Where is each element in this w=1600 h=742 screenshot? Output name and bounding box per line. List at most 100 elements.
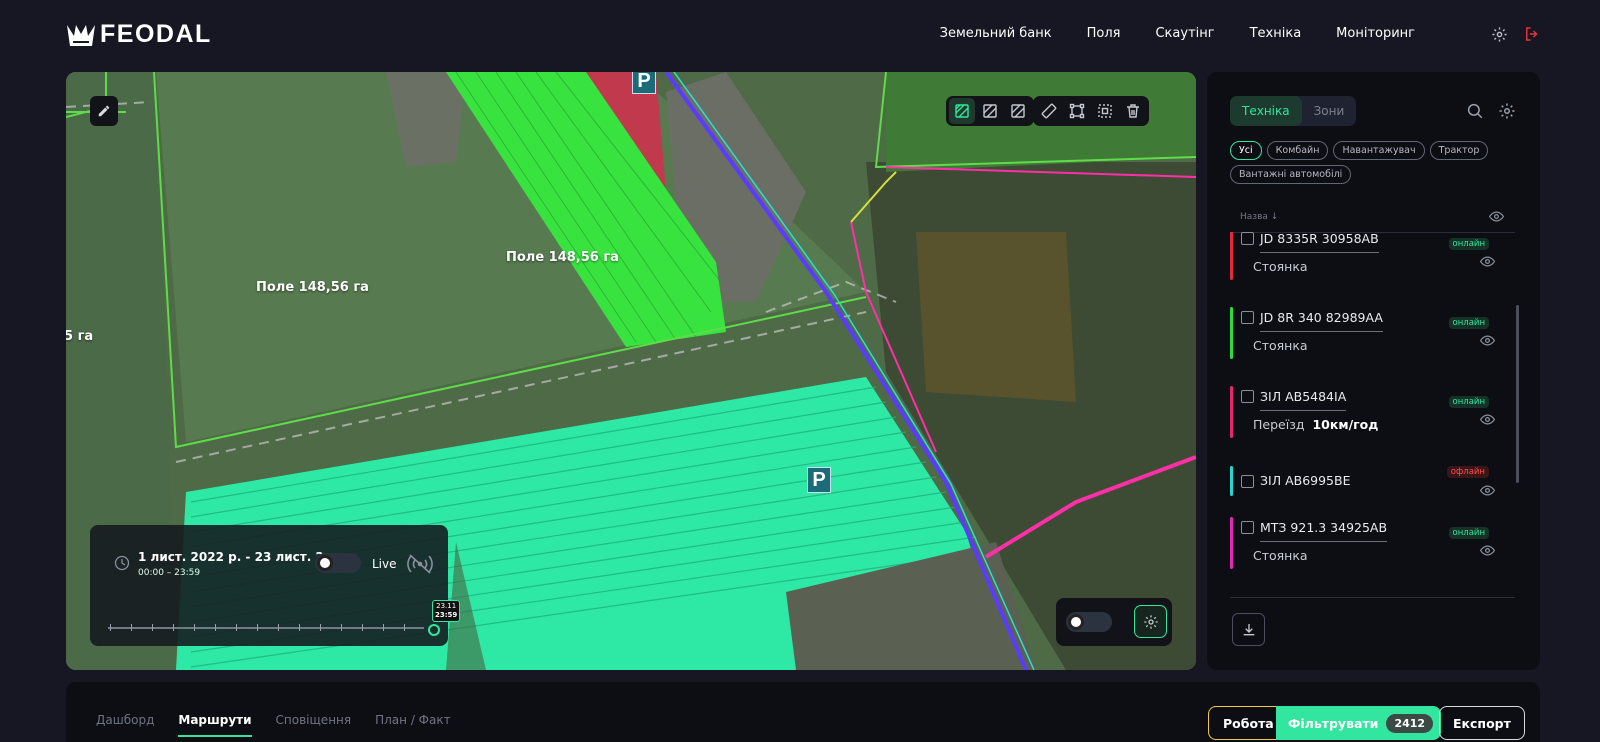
tab-zones[interactable]: Зони <box>1302 96 1357 126</box>
tab-dashboard[interactable]: Дашборд <box>96 713 154 737</box>
filter-all[interactable]: Усі <box>1230 141 1262 160</box>
vehicle-state: Переїзд <box>1253 417 1305 432</box>
tab-plan-fact[interactable]: План / Факт <box>375 713 451 737</box>
field-label: Поле 148,56 га <box>506 250 619 265</box>
vehicle-color-bar <box>1230 466 1233 496</box>
select-area-icon[interactable] <box>1092 98 1118 124</box>
vehicle-state: Стоянка <box>1253 259 1308 274</box>
vehicle-name: JD 8R 340 82989AA <box>1260 310 1383 332</box>
vehicle-item[interactable]: JD 8R 340 82989AA онлайн Стоянка <box>1230 307 1515 367</box>
vehicle-color-bar <box>1230 307 1233 359</box>
trash-icon[interactable] <box>1120 98 1146 124</box>
vehicle-item[interactable]: JD 8335R 30958AB онлайн Стоянка <box>1230 232 1515 288</box>
nav-land-bank[interactable]: Земельний банк <box>940 26 1052 41</box>
bottom-bar: Дашборд Маршрути Сповіщення План / Факт … <box>66 682 1540 742</box>
parking-marker[interactable]: P <box>632 72 656 94</box>
timeline-panel: 1 лист. 2022 р. - 23 лист. 2... 00:00 – … <box>90 525 461 646</box>
sort-by-name[interactable]: Назва ↓ <box>1240 212 1278 222</box>
timeline-end-date: 23.11 <box>436 602 457 610</box>
edit-button[interactable] <box>90 96 118 126</box>
eye-icon[interactable] <box>1480 335 1495 346</box>
vehicle-state: Стоянка <box>1253 548 1308 563</box>
tab-routes[interactable]: Маршрути <box>178 713 252 737</box>
filter-combine[interactable]: Комбайн <box>1266 141 1329 160</box>
logo[interactable]: FEODAL <box>66 20 212 49</box>
vehicle-item[interactable]: МТЗ 921.3 34925AB онлайн Стоянка <box>1230 517 1515 577</box>
tab-machinery[interactable]: Техніка <box>1230 96 1302 126</box>
nav-monitoring[interactable]: Моніторинг <box>1336 26 1415 41</box>
main-nav: Земельний банк Поля Скаутінг Техніка Мон… <box>940 26 1415 41</box>
timeline-tick <box>299 624 300 631</box>
logout-icon[interactable] <box>1522 24 1542 44</box>
vehicle-checkbox[interactable] <box>1241 390 1254 403</box>
vehicle-status: Стоянка <box>1253 548 1308 563</box>
layer-3-icon[interactable] <box>1005 98 1031 124</box>
vehicle-checkbox[interactable] <box>1241 311 1254 324</box>
filter-loader[interactable]: Навантажувач <box>1333 141 1425 160</box>
vehicle-list: JD 8335R 30958AB онлайн Стоянка JD 8R 34… <box>1230 232 1515 588</box>
field-label: 5 га <box>66 329 94 344</box>
timeline-tick <box>320 624 321 631</box>
status-badge: онлайн <box>1448 527 1489 539</box>
export-button[interactable]: Експорт <box>1439 706 1525 740</box>
nav-machinery[interactable]: Техніка <box>1250 26 1302 41</box>
panel-divider <box>1230 597 1515 598</box>
timeline-date-range[interactable]: 1 лист. 2022 р. - 23 лист. 2... <box>138 550 338 564</box>
eye-icon[interactable] <box>1480 545 1495 556</box>
tab-notifications[interactable]: Сповіщення <box>276 713 352 737</box>
timeline-tick <box>131 624 132 631</box>
pencil-icon <box>98 105 110 117</box>
list-scrollbar[interactable] <box>1516 305 1519 483</box>
timeline-time-range: 00:00 – 23:59 <box>138 568 201 578</box>
eye-icon[interactable] <box>1489 211 1504 222</box>
parking-marker[interactable]: P <box>807 467 831 493</box>
timeline-tick <box>152 624 153 631</box>
polygon-icon[interactable] <box>1064 98 1090 124</box>
no-signal-icon <box>407 554 433 574</box>
timeline-tick <box>383 624 384 631</box>
vehicle-item[interactable]: ЗІЛ AB5484IA онлайн Переїзд 10км/год <box>1230 386 1515 446</box>
layer-2-icon[interactable] <box>977 98 1003 124</box>
gear-icon[interactable] <box>1489 24 1509 44</box>
search-icon[interactable] <box>1466 102 1484 120</box>
filter-button[interactable]: Фільтрувати 2412 <box>1276 706 1442 740</box>
nav-fields[interactable]: Поля <box>1087 26 1121 41</box>
download-button[interactable] <box>1232 613 1265 646</box>
timeline-end-marker: 23.11 23:59 <box>432 600 461 622</box>
map-settings-button[interactable] <box>1134 605 1167 638</box>
vehicle-status: Стоянка <box>1253 338 1308 353</box>
logo-text: FEODAL <box>100 20 212 48</box>
vehicle-name: ЗІЛ AB5484IA <box>1260 389 1347 411</box>
vehicle-name: JD 8335R 30958AB <box>1260 232 1379 253</box>
timeline-tick <box>278 624 279 631</box>
gear-icon[interactable] <box>1498 102 1516 120</box>
eye-icon[interactable] <box>1480 485 1495 496</box>
timeline-track[interactable] <box>108 624 424 631</box>
ruler-icon[interactable] <box>1036 98 1062 124</box>
timeline-tick <box>341 624 342 631</box>
eye-icon[interactable] <box>1480 414 1495 425</box>
timeline-tick <box>194 624 195 631</box>
display-toggle[interactable] <box>1066 612 1112 632</box>
machinery-panel: Техніка Зони Усі Комбайн Навантажувач Тр… <box>1207 72 1540 670</box>
live-toggle[interactable] <box>315 553 361 573</box>
toggle-knob <box>317 555 333 571</box>
timeline-handle[interactable] <box>428 624 440 636</box>
vehicle-checkbox[interactable] <box>1241 232 1254 245</box>
layer-1-icon[interactable] <box>949 98 975 124</box>
map-view[interactable]: Поле 148,56 га Поле 148,56 га 5 га P P 1… <box>66 72 1196 670</box>
filter-tractor[interactable]: Трактор <box>1429 141 1489 160</box>
timeline-tick <box>404 624 405 631</box>
timeline-tick <box>362 624 363 631</box>
live-label: Live <box>372 557 397 571</box>
timeline-end-time: 23:59 <box>435 611 458 619</box>
vehicle-checkbox[interactable] <box>1241 521 1254 534</box>
eye-icon[interactable] <box>1480 256 1495 267</box>
status-badge: офлайн <box>1446 466 1489 478</box>
filter-trucks[interactable]: Вантажні автомобілі <box>1230 165 1352 184</box>
nav-scouting[interactable]: Скаутінг <box>1155 26 1214 41</box>
header: FEODAL Земельний банк Поля Скаутінг Техн… <box>0 0 1600 70</box>
vehicle-checkbox[interactable] <box>1241 475 1254 488</box>
export-label: Експорт <box>1453 715 1511 731</box>
vehicle-status: Переїзд 10км/год <box>1253 417 1378 432</box>
